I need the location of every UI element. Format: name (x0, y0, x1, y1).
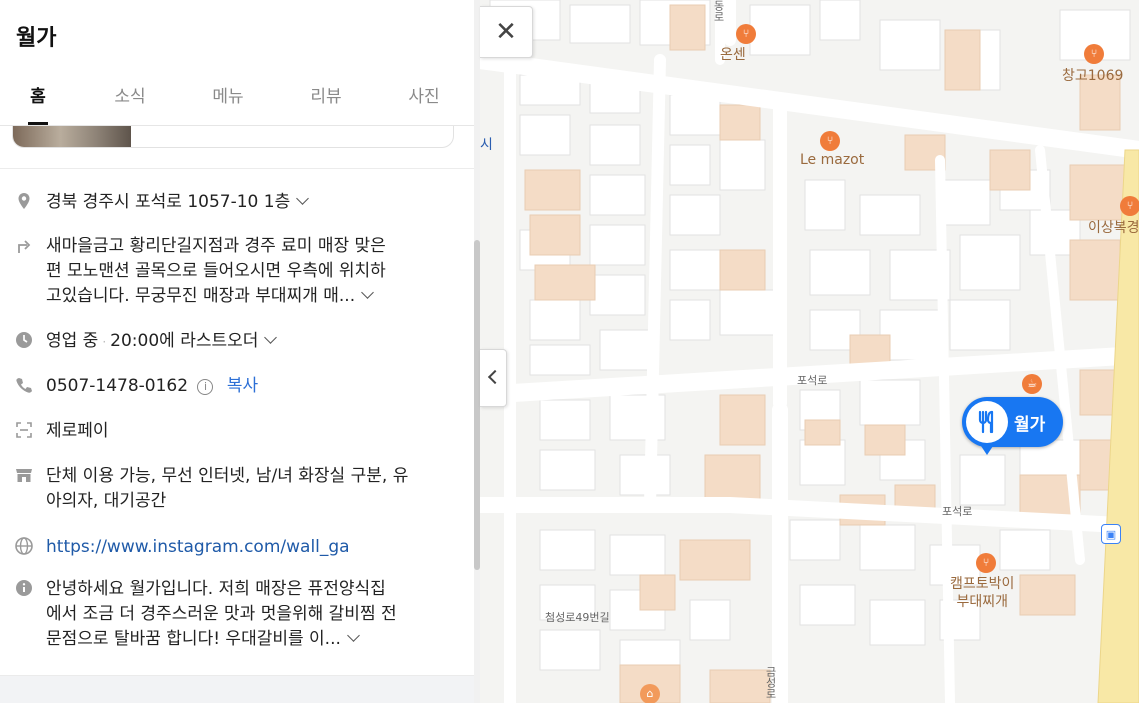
bus-stop-icon[interactable]: ▣ (1101, 524, 1121, 544)
globe-icon (15, 537, 33, 555)
map-base-layer (480, 0, 1139, 703)
road-label: 동로 (712, 0, 725, 22)
poi-label-onsen[interactable]: 온센 (720, 44, 746, 64)
description-line-2: 에서 조금 더 경주스러운 맛과 멋을위해 갈비찜 전 (46, 604, 397, 624)
chevron-down-icon[interactable] (361, 286, 374, 299)
photo-thumbnail[interactable] (13, 126, 131, 147)
section-divider (0, 168, 474, 169)
road-label: 금성로 (764, 666, 777, 699)
directions-arrow-icon (18, 240, 31, 253)
tab-photos[interactable]: 사진 (379, 82, 469, 107)
restaurant-poi-icon[interactable]: ⑂ (1084, 44, 1104, 64)
directions-line-2: 편 모노맨션 골목으로 들어오시면 우측에 위치하 (46, 261, 386, 281)
road-label: 포석로 (942, 505, 973, 518)
address-text: 경북 경주시 포석로 1057-10 1층 (46, 192, 291, 212)
chevron-down-icon[interactable] (296, 192, 310, 205)
poi-label-isangbok[interactable]: 이상복경 (1088, 217, 1139, 237)
scan-frame-icon (16, 422, 32, 438)
description-line-3: 문점으로 탈바꿈 합니다! 우대갈비를 이... (46, 629, 341, 649)
road-label: 시 (480, 137, 493, 153)
copy-phone-button[interactable]: 복사 (227, 376, 258, 396)
tab-news[interactable]: 소식 (85, 82, 175, 107)
description-line-1: 안녕하세요 월가입니다. 저희 매장은 퓨전양식집 (46, 579, 386, 599)
fork-knife-icon (978, 410, 994, 434)
tab-bar: 홈 소식 메뉴 리뷰 사진 (0, 70, 474, 126)
place-title: 월가 (16, 26, 57, 51)
poi-label-camp-tobaki[interactable]: 캠프토박이 부대찌개 (950, 575, 1014, 611)
marker-circle (966, 401, 1008, 443)
photo-card[interactable] (12, 126, 454, 148)
road-label: 포석로 (797, 374, 828, 387)
store-icon (16, 469, 32, 482)
amenities-line-2: 아의자, 대기공간 (46, 491, 167, 511)
restaurant-poi-icon[interactable]: ⑂ (820, 131, 840, 151)
location-pin-icon (18, 193, 30, 209)
restaurant-poi-icon[interactable]: ⑂ (1120, 196, 1139, 216)
phone-number[interactable]: 0507-1478-0162 (46, 376, 188, 396)
road-label: 첨성로49번길 (545, 611, 610, 624)
directions-line-1: 새마을금고 황리단길지점과 경주 료미 매장 맞은 (46, 236, 386, 256)
website-link[interactable]: https://www.instagram.com/wall_ga (46, 537, 350, 557)
hours-detail: 20:00에 라스트오더 (110, 331, 259, 351)
poi-label-le-mazot[interactable]: Le mazot (800, 152, 864, 168)
clock-icon (16, 332, 32, 348)
collapse-panel-button[interactable] (480, 349, 507, 407)
chevron-down-icon[interactable] (347, 629, 360, 642)
info-icon (16, 580, 32, 596)
payment-text: 제로페이 (46, 421, 109, 441)
marker-pointer (979, 443, 995, 455)
directions-line-3: 고있습니다. 무궁무진 매장과 부대찌개 매... (46, 286, 356, 306)
phone-icon (16, 378, 32, 393)
restaurant-poi-icon[interactable]: ⑂ (736, 24, 756, 44)
panel-footer-band (0, 675, 474, 703)
map-canvas[interactable]: ⑂ 온센 ⑂ 창고1069 ⑂ Le mazot ⑂ 이상복경 ☕ ⑂ 캠프토박… (480, 0, 1139, 703)
tab-home[interactable]: 홈 (0, 82, 83, 107)
restaurant-poi-icon[interactable]: ⑂ (976, 553, 996, 573)
cafe-poi-icon[interactable]: ☕ (1022, 374, 1042, 394)
selected-place-marker[interactable]: 월가 (962, 397, 1063, 447)
chevron-left-icon (487, 369, 503, 385)
tab-reviews[interactable]: 리뷰 (281, 82, 371, 107)
amenities-line-1: 단체 이용 가능, 무선 인터넷, 남/녀 화장실 구분, 유 (46, 466, 409, 486)
poi-label-changgo1069[interactable]: 창고1069 (1062, 65, 1123, 85)
chevron-down-icon[interactable] (264, 331, 278, 344)
tab-active-indicator (28, 122, 48, 125)
lodging-poi-icon[interactable]: ⌂ (640, 684, 660, 703)
marker-label: 월가 (1014, 415, 1046, 435)
hours-status: 영업 중 (46, 331, 99, 351)
close-panel-button[interactable]: ✕ (480, 6, 533, 58)
tab-menu[interactable]: 메뉴 (183, 82, 273, 107)
info-circle-icon[interactable]: i (197, 379, 214, 395)
place-detail-panel: 월가 홈 소식 메뉴 리뷰 사진 경북 경주시 포석로 1057-10 1층 새… (0, 0, 480, 703)
